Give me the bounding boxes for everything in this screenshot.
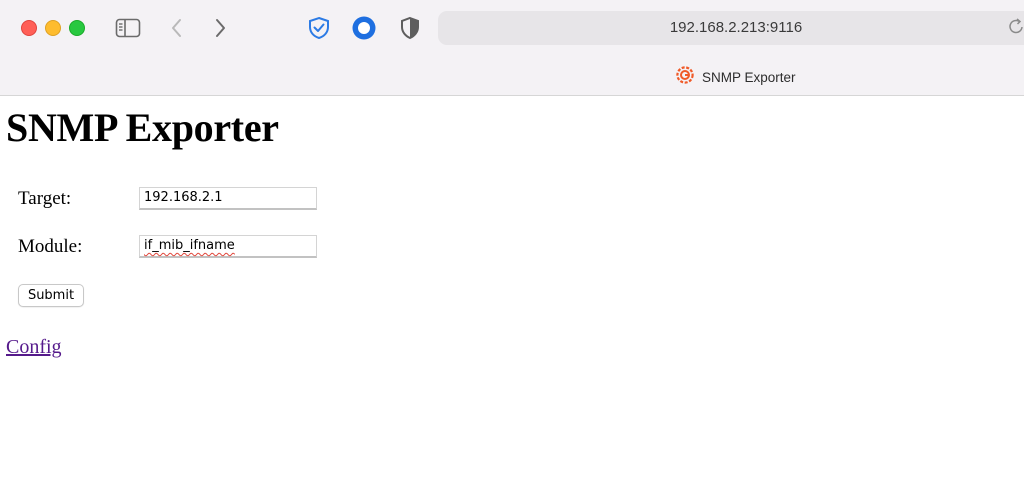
reload-icon[interactable] [1009, 17, 1024, 40]
close-window-button[interactable] [21, 20, 37, 36]
active-tab[interactable]: SNMP Exporter [0, 60, 1024, 94]
target-input-value: 192.168.2.1 [144, 190, 223, 205]
module-input-value: if_mib_ifname [144, 238, 235, 253]
minimize-window-button[interactable] [45, 20, 61, 36]
extension-ring-icon[interactable] [350, 14, 378, 42]
privacy-shield-check-icon[interactable] [305, 14, 333, 42]
browser-chrome: 192.168.2.213:9116 SNMP Exporter [0, 0, 1024, 96]
address-bar[interactable]: 192.168.2.213:9116 [438, 11, 1024, 45]
forward-chevron-icon[interactable] [206, 14, 234, 42]
page-title: SNMP Exporter [6, 105, 279, 150]
back-chevron-icon[interactable] [163, 14, 191, 42]
grafana-favicon-icon [676, 65, 694, 89]
target-input[interactable]: 192.168.2.1 [139, 187, 317, 210]
module-label: Module: [18, 236, 83, 257]
tab-title: SNMP Exporter [702, 69, 796, 85]
module-input[interactable]: if_mib_ifname [139, 235, 317, 258]
url-text[interactable]: 192.168.2.213:9116 [438, 11, 1024, 45]
page-content: SNMP Exporter Target: 192.168.2.1 Module… [0, 96, 1024, 491]
config-link[interactable]: Config [6, 336, 62, 359]
sidebar-toggle-icon[interactable] [114, 14, 142, 42]
maximize-window-button[interactable] [69, 20, 85, 36]
half-shield-icon[interactable] [396, 14, 424, 42]
target-label: Target: [18, 188, 72, 209]
submit-button[interactable]: Submit [18, 284, 84, 307]
